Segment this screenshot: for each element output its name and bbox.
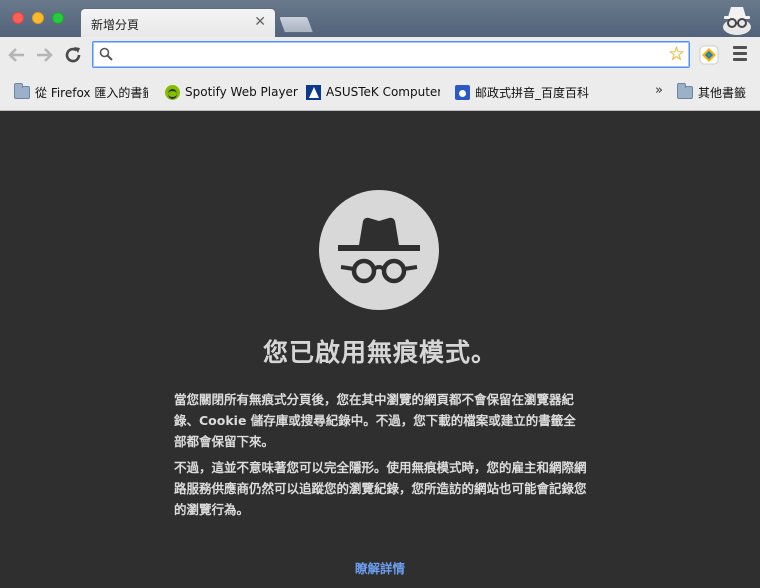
bookmarks-overflow-chevron[interactable]: » (655, 83, 663, 98)
extension-icon[interactable] (698, 44, 720, 66)
toolbar: ☆ (0, 37, 760, 73)
window-minimize-button[interactable] (32, 12, 44, 24)
tab-close-icon[interactable]: ✕ (254, 14, 266, 30)
search-icon (99, 47, 113, 61)
bookmark-label: Spotify Web Player (185, 85, 298, 99)
bookmark-item-baidu[interactable]: 邮政式拼音_百度百科 (455, 83, 589, 101)
bookmark-label: 其他書籤 (698, 85, 747, 100)
bookmark-label: 邮政式拼音_百度百科 (475, 85, 590, 100)
new-tab-button[interactable] (277, 16, 315, 33)
chrome-menu-icon[interactable] (733, 46, 747, 62)
incognito-badge-icon (723, 7, 751, 35)
baidu-icon (455, 84, 470, 100)
address-input[interactable] (119, 45, 659, 64)
reload-icon[interactable] (61, 43, 85, 67)
bookmark-item-firefox-folder[interactable]: 從 Firefox 匯入的書籤 (14, 83, 148, 101)
bookmark-item-spotify[interactable]: Spotify Web Player (165, 83, 298, 101)
folder-icon (14, 83, 30, 99)
incognito-page: 您已啟用無痕模式。 當您關閉所有無痕式分頁後，您在其中瀏覽的網頁都不會保留在瀏覽… (0, 112, 760, 588)
window-maximize-button[interactable] (52, 12, 64, 24)
back-icon[interactable] (5, 43, 29, 67)
bookmark-label: ASUSTeK Computer Inc. (326, 85, 440, 99)
window-close-button[interactable] (12, 12, 24, 24)
incognito-description-1: 當您關閉所有無痕式分頁後，您在其中瀏覽的網頁都不會保留在瀏覽器紀錄、Cookie… (174, 392, 576, 449)
incognito-description-2: 不過，這並不意味著您可以完全隱形。使用無痕模式時，您的雇主和網際網路服務供應商仍… (174, 460, 587, 517)
spotify-icon (165, 84, 180, 100)
tab-title: 新增分頁 (91, 18, 140, 32)
incognito-icon (319, 190, 439, 310)
asus-icon (306, 84, 321, 100)
bookmark-star-icon[interactable]: ☆ (668, 43, 685, 65)
forward-icon[interactable] (32, 43, 56, 67)
learn-more-link[interactable]: 瞭解詳情 (0, 558, 760, 577)
bookmark-item-other-folder[interactable]: 其他書籤 (677, 83, 746, 101)
folder-icon (677, 83, 693, 99)
bookmarks-bar: 從 Firefox 匯入的書籤 Spotify Web Player ASUST… (0, 73, 760, 111)
page-title: 您已啟用無痕模式。 (262, 338, 497, 367)
omnibox[interactable]: ☆ (92, 41, 690, 68)
tab-strip: 新增分頁 ✕ (0, 0, 760, 37)
bookmark-item-asus[interactable]: ASUSTeK Computer Inc. (306, 83, 440, 101)
bookmark-label: 從 Firefox 匯入的書籤 (35, 85, 148, 100)
tab-new-tab[interactable]: 新增分頁 ✕ (80, 8, 276, 37)
